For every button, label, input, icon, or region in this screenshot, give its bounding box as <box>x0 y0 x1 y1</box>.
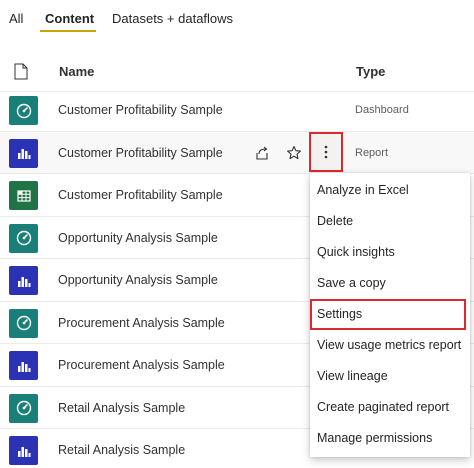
active-tab-indicator <box>40 30 96 32</box>
menu-item-create-paginated-report[interactable]: Create paginated report <box>310 392 470 423</box>
item-name[interactable]: Retail Analysis Sample <box>58 443 185 457</box>
item-name[interactable]: Customer Profitability Sample <box>58 188 223 202</box>
tab-datasets-dataflows[interactable]: Datasets + dataflows <box>112 11 233 26</box>
menu-item-delete[interactable]: Delete <box>310 206 470 237</box>
menu-item-manage-permissions[interactable]: Manage permissions <box>310 423 470 454</box>
context-menu: Analyze in Excel Delete Quick insights S… <box>310 173 470 457</box>
menu-item-analyze-in-excel[interactable]: Analyze in Excel <box>310 175 470 206</box>
dashboard-icon <box>9 96 38 125</box>
item-name[interactable]: Opportunity Analysis Sample <box>58 231 218 245</box>
menu-item-view-lineage[interactable]: View lineage <box>310 361 470 392</box>
table-row[interactable]: Customer Profitability Sample Report <box>0 131 474 174</box>
tab-bar: All Content Datasets + dataflows <box>0 0 474 36</box>
report-icon <box>9 351 38 380</box>
menu-item-save-a-copy[interactable]: Save a copy <box>310 268 470 299</box>
more-vertical-icon <box>324 145 328 158</box>
menu-item-quick-insights[interactable]: Quick insights <box>310 237 470 268</box>
item-name[interactable]: Procurement Analysis Sample <box>58 358 225 372</box>
tab-all[interactable]: All <box>9 11 23 26</box>
column-header-name[interactable]: Name <box>59 64 94 79</box>
dashboard-icon <box>9 223 38 253</box>
item-name[interactable]: Customer Profitability Sample <box>58 146 223 160</box>
item-name[interactable]: Retail Analysis Sample <box>58 401 185 415</box>
dashboard-icon <box>9 393 38 423</box>
report-icon <box>9 138 38 168</box>
table-header: Name Type <box>0 48 474 92</box>
document-icon <box>14 63 28 80</box>
tab-content[interactable]: Content <box>45 11 94 26</box>
item-name[interactable]: Opportunity Analysis Sample <box>58 273 218 287</box>
item-type: Dashboard <box>355 104 409 116</box>
share-icon[interactable] <box>252 143 272 163</box>
more-options-button[interactable] <box>309 131 343 172</box>
report-icon <box>9 266 38 295</box>
report-icon <box>9 436 38 465</box>
column-header-type[interactable]: Type <box>356 64 385 79</box>
item-type: Report <box>355 146 389 159</box>
table-row[interactable]: Customer Profitability Sample Dashboard <box>0 89 474 132</box>
menu-item-settings[interactable]: Settings <box>310 299 466 330</box>
item-name[interactable]: Procurement Analysis Sample <box>58 316 225 330</box>
dashboard-icon <box>9 308 38 338</box>
menu-item-view-usage-metrics-report[interactable]: View usage metrics report <box>310 330 470 361</box>
item-name[interactable]: Customer Profitability Sample <box>58 103 223 117</box>
favorite-star-icon[interactable] <box>284 143 304 163</box>
dataset-icon <box>9 181 38 210</box>
